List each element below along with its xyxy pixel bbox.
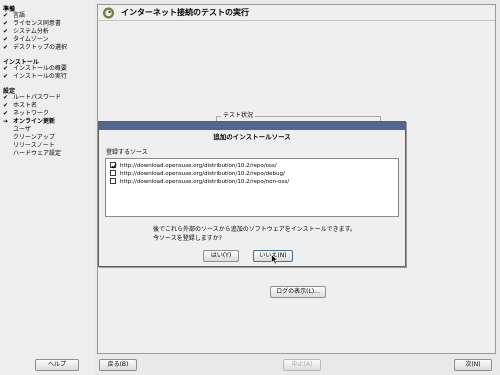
step-label: リリースノート [13,142,55,149]
check-icon: ✔ [3,94,9,101]
mouse-pointer-icon [271,254,279,265]
page-header: インターネット接続のテストの実行 [98,5,495,21]
source-url: http://download.opensuse.org/distributio… [120,171,285,177]
check-icon: ✔ [3,73,9,80]
step-hostname: ✔ ホスト名 [3,102,37,110]
sources-label: 登録するソース [106,149,148,156]
checkbox-unchecked[interactable] [110,177,116,184]
step-online-update: ➔ オンライン更新 [3,118,55,126]
step-label: インストールの実行 [13,73,67,80]
check-icon [111,162,117,169]
source-item-debug[interactable]: http://download.opensuse.org/distributio… [110,169,285,178]
dialog-message-line: 今ソースを登録しますか? [153,235,222,242]
step-label: オンライン更新 [13,118,56,125]
check-icon: ✔ [3,28,9,35]
step-label: インストールの概要 [13,65,67,72]
checkbox-checked[interactable] [110,161,117,169]
step-label: ハードウェア設定 [13,150,62,157]
step-network: ✔ ネットワーク [3,110,49,118]
step-desktop-selection: ✔ デスクトップの選択 [3,44,67,52]
step-timezone: ✔ タイムゾーン [3,36,49,44]
dialog-message-line: 後でこれら外部のソースから追加のソフトウェアをインストールできます。 [153,226,356,233]
step-label: 言語 [13,12,26,19]
source-url: http://download.opensuse.org/distributio… [120,163,277,169]
source-url: http://download.opensuse.org/distributio… [120,179,290,185]
source-item-oss[interactable]: http://download.opensuse.org/distributio… [110,161,277,170]
check-icon: ✔ [3,36,9,43]
check-icon: ✔ [3,44,9,51]
show-log-button[interactable]: ログの表示(L)... [270,286,326,298]
installation-steps-sidebar: 準備 ✔ 言語 ✔ ライセンス同意書 ✔ システム分析 ✔ タイムゾーン ✔ デスクトップ… [0,0,95,375]
step-label: システム分析 [13,28,49,35]
step-label: ユーザ [13,126,31,133]
additional-sources-dialog: 追加のインストールソース 登録するソース http://download.ope… [98,121,406,267]
step-system-analysis: ✔ システム分析 [3,28,49,36]
step-language: ✔ 言語 [3,12,25,20]
step-label: ホスト名 [13,102,38,109]
step-label: ルートパスワード [13,94,62,101]
step-label: ライセンス同意書 [13,20,61,27]
check-icon: ✔ [3,110,9,117]
check-icon: ✔ [3,65,9,72]
check-icon: ✔ [3,102,9,109]
step-license: ✔ ライセンス同意書 [3,20,61,28]
step-label: ネットワーク [13,110,50,117]
step-perform-installation: ✔ インストールの実行 [3,73,67,81]
source-item-non-oss[interactable]: http://download.opensuse.org/distributio… [110,177,290,186]
help-button[interactable]: ヘルプ [35,359,79,371]
check-icon: ✔ [3,12,9,19]
step-label: クリーンアップ [13,134,55,141]
test-status-label: テスト状況 [221,112,256,120]
checkbox-unchecked[interactable] [110,169,116,176]
back-button[interactable]: 戻る(B) [99,359,137,371]
abort-button[interactable]: 中止(A) [283,359,321,371]
dialog-titlebar[interactable] [99,122,405,130]
step-cleanup: クリーンアップ [3,134,55,142]
step-label: デスクトップの選択 [13,44,68,51]
step-label: タイムゾーン [13,36,49,43]
step-release-notes: リリースノート [3,142,55,150]
step-installation-summary: ✔ インストールの概要 [3,65,67,73]
opensuse-logo-icon [103,7,114,19]
check-icon: ✔ [3,20,9,27]
page-title: インターネット接続のテストの実行 [121,8,249,17]
step-users: ユーザ [3,126,31,134]
dialog-title: 追加のインストールソース [213,133,291,141]
step-hardware-config: ハードウェア設定 [3,150,61,158]
sources-list[interactable]: http://download.opensuse.org/distributio… [105,158,399,217]
yes-button[interactable]: はい(Y) [203,250,239,262]
arrow-right-icon: ➔ [3,118,9,125]
next-button[interactable]: 次(N) [454,359,492,371]
dialog-message: 後でこれら外部のソースから追加のソフトウェアをインストールできます。 今ソースを… [153,225,393,243]
step-root-password: ✔ ルートパスワード [3,94,61,102]
